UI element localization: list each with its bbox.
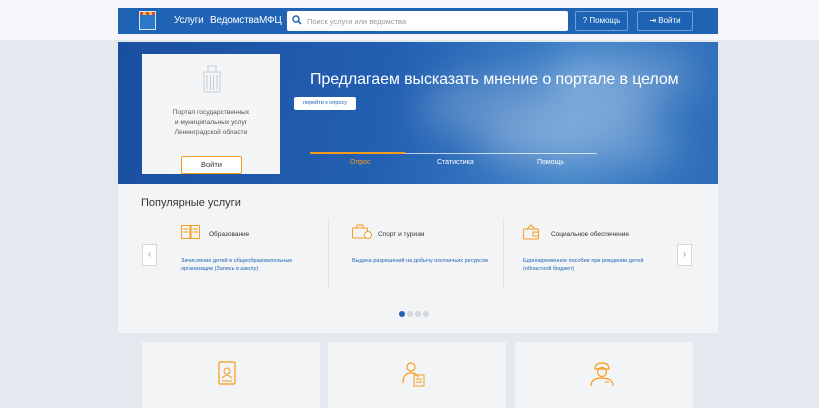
carousel-pagination (399, 304, 431, 322)
service-item[interactable]: Спорт и туризм Выдача разрешений на добы… (352, 224, 517, 294)
hero-tab-indicator (310, 152, 405, 154)
doctor-icon (590, 362, 614, 387)
popular-services: Популярные услуги ‹ › Образование Зачисл… (118, 184, 718, 333)
service-link[interactable]: Зачисление детей в общеобразовательные о… (181, 257, 292, 273)
survey-button[interactable]: перейти к опросу (294, 97, 356, 110)
divider (503, 218, 504, 288)
service-name: Спорт и туризм (378, 231, 425, 238)
service-desc-line: Выдача разрешений на добычу охотничьих р… (352, 258, 488, 264)
tab-statistics[interactable]: Статистика (437, 159, 474, 166)
person-document-icon (402, 362, 425, 387)
help-button[interactable]: ? Помощь (575, 11, 628, 31)
service-desc-line: Зачисление детей в общеобразовательные (181, 258, 293, 264)
book-icon (181, 225, 200, 239)
hero-title: Предлагаем высказать мнение о портале в … (310, 71, 679, 88)
nav-link-mfc[interactable]: МФЦ (259, 15, 282, 26)
service-link[interactable]: Единовременное пособие при рождении дете… (523, 257, 643, 273)
cloud-decoration (478, 112, 678, 172)
service-name: Образование (209, 231, 250, 238)
service-link[interactable]: Выдача разрешений на добычу охотничьих р… (352, 257, 488, 265)
portal-card: Портал государственных и муниципальных у… (142, 54, 280, 174)
card-login-button[interactable]: Войти (181, 156, 242, 174)
search-box (287, 11, 568, 31)
hero-banner: Портал государственных и муниципальных у… (118, 42, 718, 184)
service-item[interactable]: Образование Зачисление детей в общеобраз… (181, 224, 346, 294)
top-bar: Услуги Ведомства МФЦ ? Помощь ⇥ Войти (0, 0, 819, 40)
nav-link-services[interactable]: Услуги (174, 15, 204, 26)
building-icon (203, 65, 221, 93)
portal-name-line: Портал государственных (172, 109, 250, 116)
divider (328, 218, 329, 288)
chevron-left-icon: ‹ (147, 249, 152, 260)
tab-help[interactable]: Помощь (537, 159, 564, 166)
portal-name-line: и муниципальных услуг (174, 119, 248, 126)
help-icon: ? (582, 16, 588, 25)
wallet-icon (523, 224, 539, 240)
region-logo-icon[interactable] (139, 11, 156, 30)
portal-name: Портал государственных и муниципальных у… (142, 108, 280, 138)
portal-name-line: Ленинградской области (174, 129, 248, 136)
pagination-dot[interactable] (399, 311, 405, 317)
category-card[interactable] (515, 342, 693, 408)
login-button[interactable]: ⇥ Войти (637, 11, 693, 31)
login-button-label: Войти (658, 16, 681, 25)
category-card[interactable] (328, 342, 506, 408)
service-desc-line: (областной бюджет) (523, 266, 575, 272)
nav-link-agencies[interactable]: Ведомства (210, 15, 259, 26)
service-desc-line: Единовременное пособие при рождении дете… (523, 258, 644, 264)
service-name: Социальное обеспечение (551, 231, 629, 238)
pagination-dot[interactable] (415, 311, 421, 317)
tab-survey[interactable]: Опрос (350, 159, 371, 166)
pagination-dot[interactable] (423, 311, 429, 317)
help-button-label: Помощь (589, 16, 621, 25)
search-icon[interactable] (292, 15, 302, 25)
search-input[interactable] (307, 13, 562, 29)
section-title: Популярные услуги (141, 197, 241, 209)
service-desc-line: организации (Запись в школу) (181, 266, 259, 272)
category-card[interactable] (142, 342, 320, 408)
navbar: Услуги Ведомства МФЦ ? Помощь ⇥ Войти (118, 8, 718, 34)
login-icon: ⇥ (649, 16, 657, 25)
service-item[interactable]: Социальное обеспечение Единовременное по… (523, 224, 688, 294)
suitcase-icon (352, 224, 372, 239)
carousel-prev-button[interactable]: ‹ (142, 244, 157, 266)
pagination-dot[interactable] (407, 311, 413, 317)
passport-icon (218, 361, 236, 385)
